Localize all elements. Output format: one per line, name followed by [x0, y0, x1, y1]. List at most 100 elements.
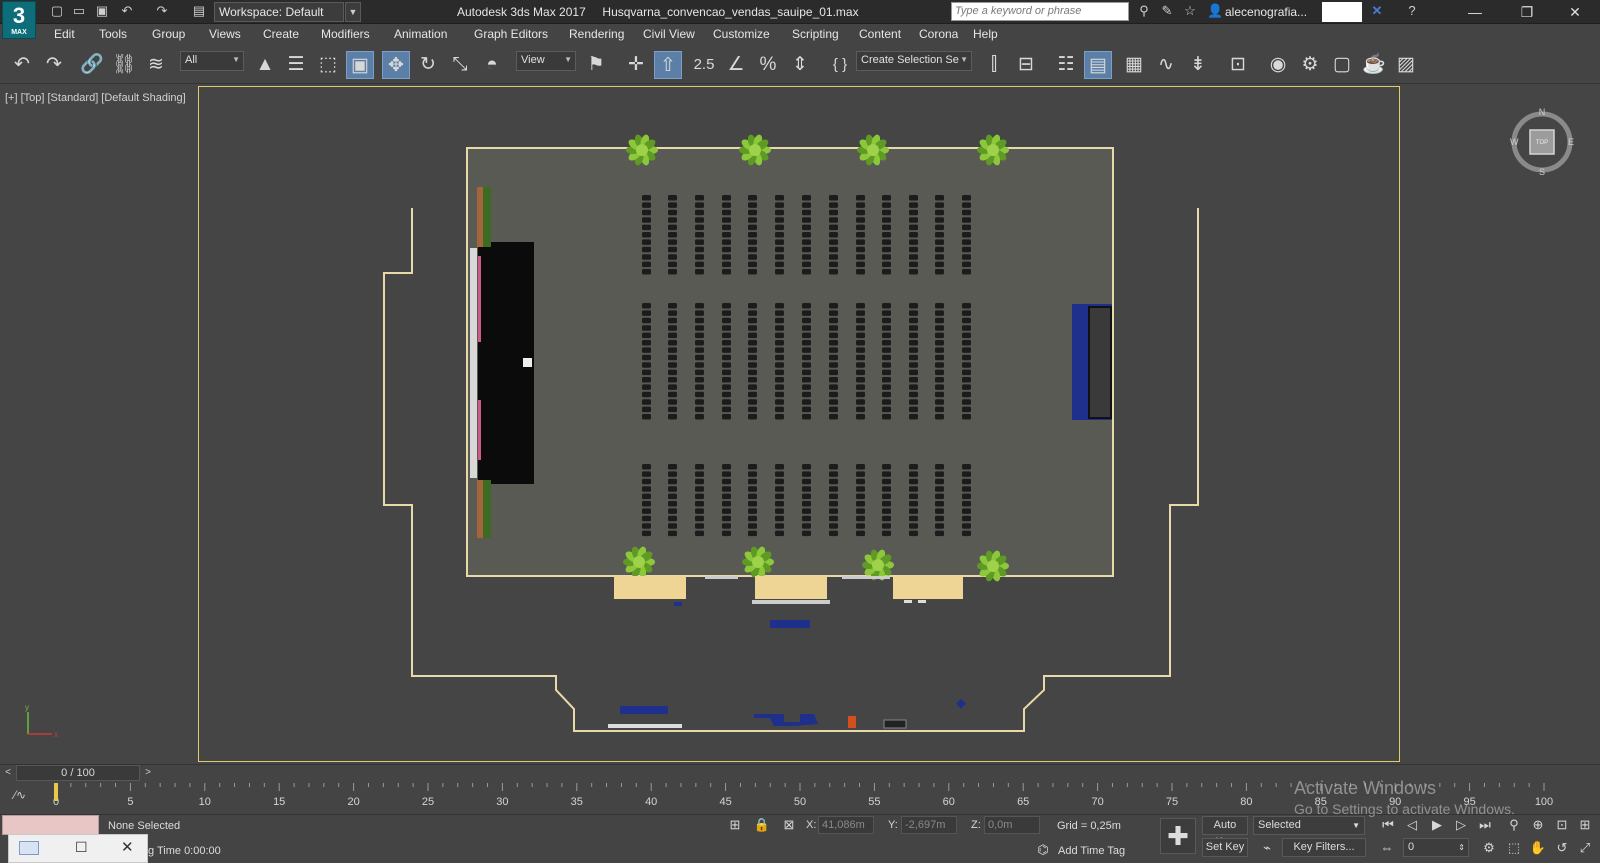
- zoom-extents-icon[interactable]: ⊡: [1553, 816, 1571, 834]
- x-coordinate-field[interactable]: 41,086m: [818, 816, 874, 834]
- goto-start-icon[interactable]: ⏮: [1379, 816, 1397, 834]
- chair: [775, 471, 784, 477]
- selection-status: None Selected: [108, 820, 181, 832]
- timeline-tick-label: 60: [943, 796, 955, 808]
- chair: [775, 232, 784, 238]
- entrance-bench-center: [752, 600, 830, 604]
- chair: [748, 325, 757, 331]
- chair: [909, 414, 918, 420]
- stage-accent-top: [478, 256, 481, 342]
- chair: [909, 217, 918, 223]
- chair: [748, 471, 757, 477]
- entrance-counter-center: [755, 576, 827, 599]
- zoom-extents-all-icon[interactable]: ⊞: [1576, 816, 1594, 834]
- chair: [909, 254, 918, 260]
- y-coordinate-field[interactable]: -2,697m: [901, 816, 957, 834]
- chair: [722, 508, 731, 514]
- chair: [695, 224, 704, 231]
- previous-frame-icon[interactable]: ◁: [1403, 816, 1421, 834]
- chair: [642, 209, 651, 216]
- set-key-big-icon[interactable]: ✚: [1160, 818, 1196, 854]
- chair: [802, 478, 811, 485]
- selection-lock-icon[interactable]: 🔒: [753, 816, 771, 834]
- chair: [642, 340, 651, 346]
- z-coordinate-field[interactable]: 0,0m: [984, 816, 1040, 834]
- chair: [882, 325, 891, 331]
- chair: [829, 195, 838, 201]
- chair: [642, 406, 651, 413]
- chair: [909, 209, 918, 216]
- time-slider[interactable]: 0 / 100: [16, 765, 140, 781]
- maximize-thumb-icon[interactable]: ☐: [75, 839, 88, 856]
- isolate-selection-icon[interactable]: ⊞: [726, 816, 744, 834]
- time-slider-prev[interactable]: <: [1, 765, 15, 781]
- orbit-icon[interactable]: ↺: [1553, 839, 1571, 857]
- zoom-region-icon[interactable]: ⬚: [1505, 839, 1523, 857]
- selected-key-dropdown[interactable]: Selected ▼: [1253, 816, 1365, 835]
- chair: [882, 261, 891, 268]
- current-frame-field[interactable]: 0 ⇕: [1403, 838, 1469, 857]
- next-frame-icon[interactable]: ▷: [1452, 816, 1470, 834]
- chair: [909, 246, 918, 253]
- chair: [802, 347, 811, 353]
- chair: [882, 332, 891, 339]
- maximize-viewport-icon[interactable]: ⤢: [1576, 839, 1594, 857]
- render-time-status: g Time 0:00:00: [148, 845, 221, 857]
- chair: [668, 523, 677, 529]
- zoom-all-icon[interactable]: ⊕: [1529, 816, 1547, 834]
- key-mode-toggle-icon[interactable]: ⇔: [1378, 839, 1396, 857]
- close-thumb-icon[interactable]: ✕: [121, 838, 134, 856]
- window-thumbnail-icon[interactable]: [19, 841, 39, 855]
- chair: [722, 217, 731, 223]
- chair: [909, 261, 918, 268]
- axis-y-label: y: [25, 703, 29, 712]
- viewcube[interactable]: TOP N S W E: [1508, 108, 1576, 176]
- key-filters-button[interactable]: Key Filters...: [1282, 838, 1366, 857]
- chair: [722, 239, 731, 245]
- chair: [695, 261, 704, 268]
- chair: [882, 369, 891, 376]
- chair: [962, 523, 971, 529]
- time-tag-icon[interactable]: ⌬: [1034, 841, 1052, 859]
- chair: [642, 347, 651, 353]
- chair: [722, 347, 731, 353]
- chair: [642, 217, 651, 223]
- chair: [909, 515, 918, 522]
- chair: [882, 523, 891, 529]
- key-mode-icon[interactable]: ⌁: [1258, 839, 1276, 857]
- chair: [909, 369, 918, 376]
- timeline-tick-label: 20: [347, 796, 359, 808]
- chair: [695, 254, 704, 260]
- maxscript-listener[interactable]: [2, 815, 99, 835]
- add-time-tag[interactable]: Add Time Tag: [1058, 845, 1125, 857]
- chair: [642, 232, 651, 238]
- chair: [695, 530, 704, 537]
- chair: [962, 209, 971, 216]
- chair: [668, 377, 677, 383]
- time-configuration-icon[interactable]: ⚙: [1480, 839, 1498, 857]
- chair: [668, 209, 677, 216]
- goto-end-icon[interactable]: ⏭: [1476, 816, 1494, 834]
- absolute-mode-icon[interactable]: ⊠: [780, 816, 798, 834]
- zoom-icon[interactable]: ⚲: [1505, 816, 1523, 834]
- chair: [748, 202, 757, 208]
- chair: [722, 530, 731, 537]
- timeline-tick-label: 80: [1240, 796, 1252, 808]
- auto-key-button[interactable]: Auto Key: [1202, 816, 1248, 848]
- chair: [802, 261, 811, 268]
- chair: [775, 384, 784, 390]
- time-slider-next[interactable]: >: [141, 765, 155, 781]
- chair: [668, 486, 677, 492]
- chair: [722, 501, 731, 507]
- chair: [668, 202, 677, 208]
- chair: [695, 523, 704, 529]
- play-icon[interactable]: ▶: [1428, 816, 1446, 834]
- chair: [829, 399, 838, 405]
- set-key-button[interactable]: Set Key: [1202, 838, 1248, 857]
- chair: [935, 515, 944, 522]
- chair: [802, 340, 811, 346]
- chair: [802, 486, 811, 492]
- pan-view-icon[interactable]: ✋: [1529, 839, 1547, 857]
- chair: [935, 508, 944, 514]
- chair: [935, 347, 944, 353]
